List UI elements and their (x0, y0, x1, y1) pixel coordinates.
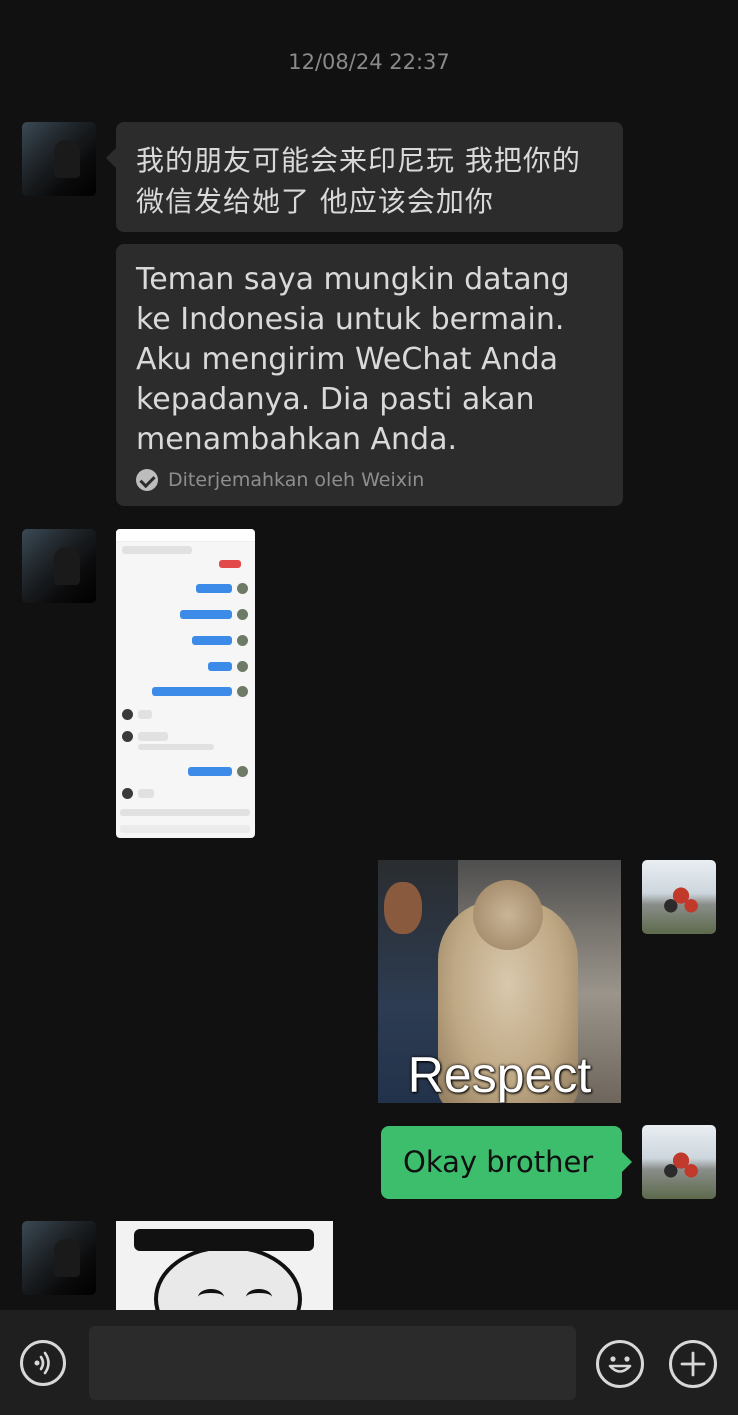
mini-bubble (196, 584, 232, 593)
mini-bubble (152, 687, 232, 696)
mini-status-bar (116, 529, 255, 542)
input-bar (0, 1310, 738, 1415)
mini-avatar (237, 583, 248, 594)
mini-bubble (192, 636, 232, 645)
sticker-eye (198, 1289, 224, 1305)
my-avatar[interactable] (642, 860, 716, 934)
translation-text: Teman saya mungkin datang ke Indonesia u… (136, 262, 570, 457)
translated-by-line: Diterjemahkan oleh Weixin (136, 468, 603, 492)
image-message-sticker[interactable] (116, 1221, 333, 1310)
image-message-meme[interactable]: Respect (378, 860, 621, 1103)
friend-avatar[interactable] (22, 1221, 96, 1295)
mini-bubble (138, 710, 152, 719)
mini-input (120, 825, 250, 833)
mini-red-pill (219, 560, 241, 568)
mini-avatar (237, 635, 248, 646)
mini-avatar (237, 661, 248, 672)
message-input[interactable] (89, 1326, 576, 1400)
message-bubble-mine[interactable]: Okay brother (381, 1126, 632, 1199)
sticker-eye (246, 1289, 272, 1305)
my-avatar[interactable] (642, 1125, 716, 1199)
chat-screen: 12/08/24 22:37 我的朋友可能会来印尼玩 我把你的微信发给她了 他应… (0, 0, 738, 1415)
mini-avatar (122, 731, 133, 742)
mini-avatar (237, 609, 248, 620)
image-message-screenshot[interactable] (116, 529, 255, 838)
friend-avatar[interactable] (22, 529, 96, 603)
meme-monkey-head (473, 880, 543, 950)
mini-avatar (237, 766, 248, 777)
message-bubble-text[interactable]: 我的朋友可能会来印尼玩 我把你的微信发给她了 他应该会加你 (106, 122, 623, 232)
translated-by-label: Diterjemahkan oleh Weixin (168, 469, 425, 491)
translation-bubble[interactable]: Teman saya mungkin datang ke Indonesia u… (116, 244, 623, 506)
meme-caption: Respect (407, 1047, 592, 1103)
mini-emoji-row (120, 809, 250, 816)
message-timestamp: 12/08/24 22:37 (288, 50, 450, 74)
mini-avatar (237, 686, 248, 697)
meme-person (384, 882, 422, 934)
mini-bubble (180, 610, 232, 619)
check-icon (136, 469, 158, 491)
mini-bubble (188, 767, 232, 776)
mini-bubble (138, 789, 154, 798)
mini-bubble (208, 662, 232, 671)
mini-avatar (122, 788, 133, 799)
mini-avatar (122, 709, 133, 720)
plus-icon[interactable] (669, 1340, 717, 1388)
mini-bubble (138, 732, 168, 741)
friend-avatar[interactable] (22, 122, 96, 196)
mini-header (122, 546, 192, 554)
mini-bubble (138, 744, 214, 750)
sticker-cap (134, 1229, 314, 1251)
voice-icon[interactable] (20, 1340, 66, 1386)
message-text: Okay brother (403, 1145, 594, 1179)
sticker-face (154, 1245, 302, 1310)
message-text: 我的朋友可能会来印尼玩 我把你的微信发给她了 他应该会加你 (136, 144, 581, 218)
emoji-icon[interactable] (596, 1340, 644, 1388)
